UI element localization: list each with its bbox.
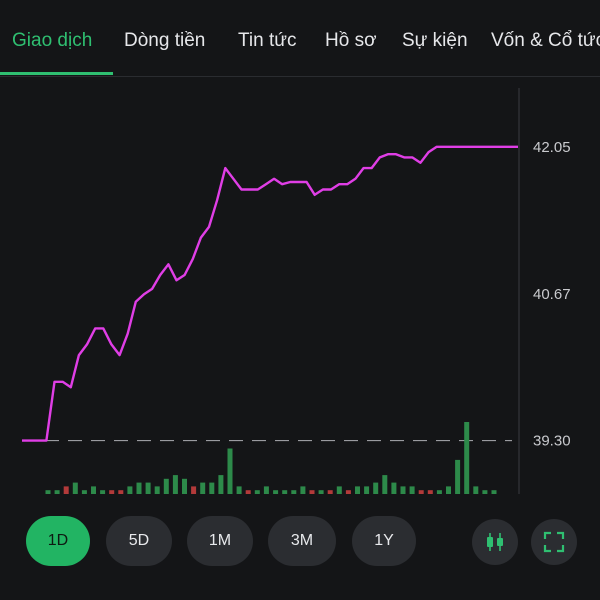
tab-dong-tien[interactable]: Dòng tiền bbox=[124, 30, 205, 52]
volume-bar bbox=[227, 448, 233, 494]
volume-bar bbox=[391, 482, 397, 494]
volume-bar bbox=[263, 486, 269, 494]
volume-bar bbox=[418, 490, 424, 494]
volume-bar bbox=[118, 490, 124, 494]
volume-bar bbox=[109, 490, 115, 494]
volume-bar bbox=[245, 490, 251, 494]
volume-bar bbox=[355, 486, 360, 494]
volume-bar bbox=[200, 482, 206, 494]
volume-bar bbox=[273, 490, 279, 494]
volume-bar bbox=[291, 490, 297, 494]
volume-bar bbox=[282, 490, 288, 494]
range-button-1y[interactable]: 1Y bbox=[352, 516, 416, 566]
range-button-5d[interactable]: 5D bbox=[106, 516, 172, 566]
fullscreen-icon bbox=[543, 531, 565, 553]
volume-bar bbox=[54, 490, 60, 494]
volume-bar bbox=[63, 486, 69, 494]
volume-bar bbox=[300, 486, 306, 494]
volume-bar bbox=[72, 482, 78, 494]
volume-bar bbox=[473, 486, 479, 494]
volume-bar bbox=[100, 490, 106, 494]
volume-bar bbox=[427, 490, 433, 494]
volume-bar bbox=[163, 478, 169, 494]
tab-ho-so[interactable]: Hồ sơ bbox=[325, 30, 377, 52]
volume-bar bbox=[464, 422, 470, 494]
volume-bar bbox=[327, 490, 333, 494]
volume-bar bbox=[446, 486, 451, 494]
volume-bar bbox=[409, 486, 415, 494]
volume-bar bbox=[145, 482, 151, 494]
tab-bar: Giao dịch Dòng tiền Tin tức Hồ sơ Sự kiệ… bbox=[0, 0, 600, 77]
volume-bar bbox=[345, 490, 351, 494]
volume-bar bbox=[236, 486, 242, 494]
tab-von-co-tuc[interactable]: Vốn & Cổ tức bbox=[491, 30, 600, 52]
volume-bar bbox=[154, 486, 160, 494]
volume-bar bbox=[81, 490, 87, 494]
volume-bar bbox=[491, 490, 497, 494]
stock-detail-screen: Giao dịch Dòng tiền Tin tức Hồ sơ Sự kiệ… bbox=[0, 0, 600, 600]
volume-bar bbox=[182, 478, 187, 494]
volume-bar bbox=[400, 486, 406, 494]
price-tick-label: 42.05 bbox=[533, 139, 571, 156]
fullscreen-button[interactable] bbox=[531, 519, 577, 565]
volume-bar bbox=[127, 486, 133, 494]
range-button-1d[interactable]: 1D bbox=[26, 516, 90, 566]
tab-su-kien[interactable]: Sự kiện bbox=[402, 30, 468, 52]
tab-giao-dich[interactable]: Giao dịch bbox=[12, 30, 92, 52]
candlestick-icon bbox=[487, 533, 503, 551]
active-tab-indicator bbox=[0, 72, 113, 75]
volume-bar bbox=[373, 482, 379, 494]
tab-tin-tuc[interactable]: Tin tức bbox=[238, 30, 296, 52]
volume-bar bbox=[364, 486, 370, 494]
volume-bars bbox=[45, 422, 497, 494]
candlestick-toggle-button[interactable] bbox=[472, 519, 518, 565]
price-chart[interactable]: 42.05 40.67 39.30 bbox=[0, 80, 600, 500]
price-line-series bbox=[22, 145, 518, 442]
volume-bar bbox=[336, 486, 342, 494]
volume-bar bbox=[455, 459, 461, 494]
volume-bar bbox=[309, 490, 315, 494]
price-tick-label: 40.67 bbox=[533, 286, 571, 303]
volume-bar bbox=[318, 490, 324, 494]
volume-bar bbox=[172, 475, 178, 494]
volume-bar bbox=[136, 482, 142, 494]
volume-bar bbox=[91, 486, 96, 494]
volume-bar bbox=[45, 490, 51, 494]
volume-bar bbox=[218, 475, 224, 494]
volume-bar bbox=[254, 490, 260, 494]
volume-bar bbox=[209, 482, 215, 494]
volume-bar bbox=[436, 490, 442, 494]
range-button-3m[interactable]: 3M bbox=[268, 516, 336, 566]
range-controls: 1D 5D 1M 3M 1Y bbox=[0, 512, 600, 572]
range-button-1m[interactable]: 1M bbox=[187, 516, 253, 566]
volume-bar bbox=[191, 486, 197, 494]
price-tick-label: 39.30 bbox=[533, 433, 571, 450]
volume-bar bbox=[482, 490, 488, 494]
volume-bar bbox=[382, 475, 388, 494]
